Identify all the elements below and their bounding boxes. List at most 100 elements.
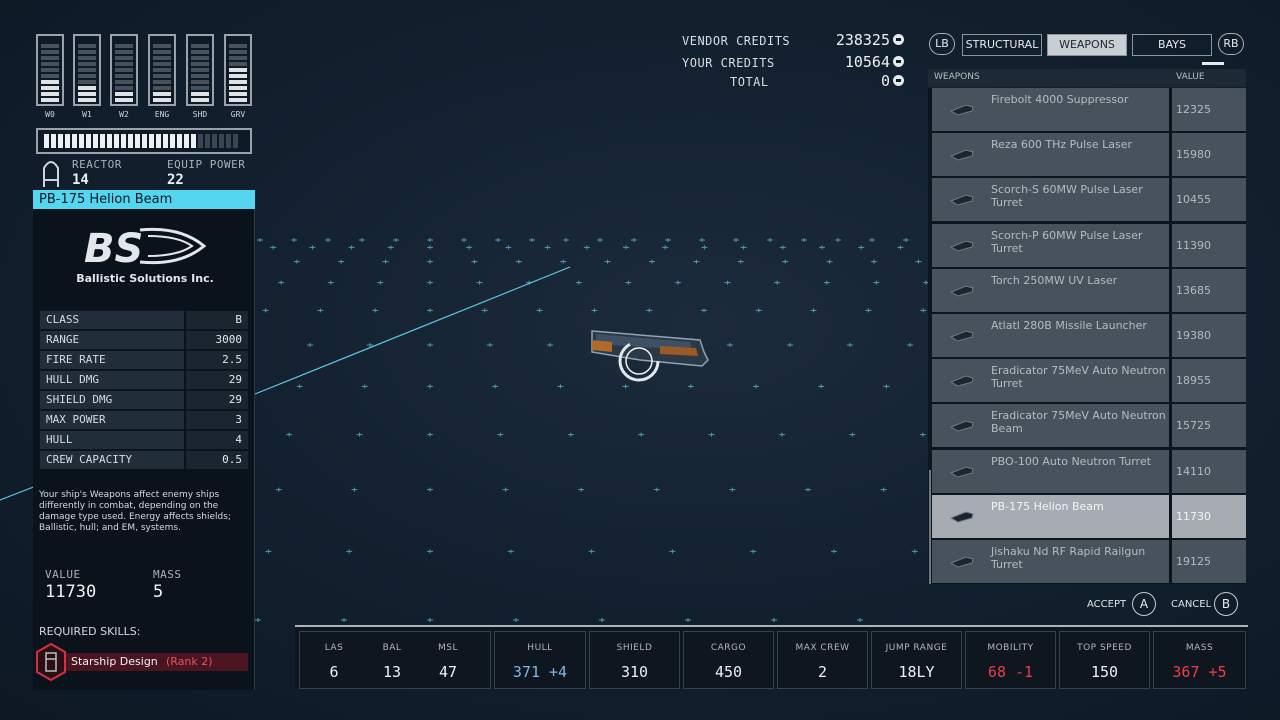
grid-marker (361, 384, 368, 389)
grid-marker (309, 245, 316, 250)
power-bar-grv[interactable]: GRV (224, 34, 252, 124)
power-bar-w1[interactable]: W1 (73, 34, 101, 124)
grid-marker (427, 384, 433, 389)
power-segment (115, 56, 133, 60)
power-bar-frame (110, 34, 138, 106)
weapon-list-item[interactable]: PB-175 Helion Beam 11730 (932, 494, 1246, 538)
grid-marker (805, 487, 811, 492)
jump-range-label: JUMP RANGE (885, 643, 948, 653)
stat-row: SHIELD DMG 29 (40, 391, 248, 409)
cancel-button[interactable]: B (1214, 592, 1238, 616)
grid-marker (915, 259, 922, 264)
grid-marker (733, 238, 739, 242)
stat-value: 29 (186, 371, 248, 389)
power-bar-eng[interactable]: ENG (148, 34, 176, 124)
grid-marker (466, 245, 473, 250)
reactor-segment (100, 134, 105, 148)
weapon-thumbnail-icon (950, 104, 974, 116)
grid-marker (669, 549, 676, 554)
weapon-list-item[interactable]: Eradicator 75MeV Auto Neutron Beam 15725 (932, 404, 1246, 448)
weapon-list-item[interactable]: Scorch-P 60MW Pulse Laser Turret 11390 (932, 223, 1246, 267)
weapon-thumbnail-icon (950, 556, 974, 568)
weapon-name: PB-175 Helion Beam (991, 499, 1104, 513)
grid-marker (427, 618, 433, 622)
total-label: TOTAL (730, 75, 769, 89)
power-bar-shd[interactable]: SHD (186, 34, 214, 124)
grid-marker (737, 259, 744, 264)
credits-icon (893, 34, 904, 45)
bal-label: BAL (382, 643, 402, 653)
reactor-segment (219, 134, 224, 148)
weapon-list-item[interactable]: Scorch-S 60MW Pulse Laser Turret 10455 (932, 178, 1246, 222)
grid-marker (750, 549, 757, 554)
grid-marker (427, 343, 433, 347)
list-scrollbar[interactable] (929, 470, 931, 584)
grid-marker (920, 308, 927, 313)
weapon-list-item[interactable]: Jishaku Nd RF Rapid Railgun Turret 19125 (932, 540, 1246, 583)
grid-marker (823, 280, 830, 285)
weapon-list-item[interactable]: Atlatl 280B Missile Launcher 19380 (932, 314, 1246, 357)
reactor-segment (170, 134, 175, 148)
stat-key: CREW CAPACITY (40, 451, 184, 469)
weapon-value: 18955 (1172, 359, 1246, 403)
grid-marker (880, 487, 887, 492)
weapon-name-cell: Reza 600 THz Pulse Laser (932, 133, 1169, 177)
brand-logo-text: BS (84, 226, 143, 272)
cargo-value: 450 (714, 663, 743, 681)
weapon-name-cell: Jishaku Nd RF Rapid Railgun Turret (932, 540, 1169, 583)
item-mass: 5 (153, 582, 164, 602)
grid-marker (427, 549, 433, 554)
power-segment (191, 44, 209, 48)
stat-key: HULL (40, 431, 184, 449)
power-segment (41, 74, 59, 78)
power-segment (229, 68, 247, 72)
grid-marker (257, 238, 263, 242)
power-segment (153, 68, 171, 72)
grid-marker (774, 280, 781, 285)
grid-marker (623, 245, 629, 250)
tab-structural[interactable]: STRUCTURAL (962, 34, 1042, 56)
tab-next-bumper[interactable]: RB (1218, 33, 1244, 55)
power-segment (78, 92, 96, 96)
weapon-name: Eradicator 75MeV Auto Neutron Beam (991, 409, 1166, 436)
weapon-list-item[interactable]: Firebolt 4000 Suppressor 12325 (932, 88, 1246, 131)
power-bar-label: W2 (119, 110, 129, 119)
grid-marker (427, 487, 433, 492)
reactor-segment (51, 134, 56, 148)
stat-value: 4 (186, 431, 248, 449)
power-bar-w0[interactable]: W0 (36, 34, 64, 124)
power-bar-label: SHD (192, 110, 208, 119)
stat-value: 0.5 (186, 451, 248, 469)
accept-button[interactable]: A (1132, 592, 1156, 616)
weapon-list-item[interactable]: PBO-100 Auto Neutron Turret 14110 (932, 449, 1246, 493)
mass-stat-value: 367 (1172, 663, 1200, 681)
power-segment (153, 56, 171, 60)
max-crew-label: MAX CREW (795, 643, 850, 653)
tab-prev-bumper[interactable]: LB (929, 33, 955, 55)
build-grid (255, 238, 929, 622)
grid-marker (583, 245, 590, 250)
stat-value: 2.5 (186, 351, 248, 369)
power-bar-frame (224, 34, 252, 106)
grid-marker (818, 384, 825, 389)
weapon-list-item[interactable]: Eradicator 75MeV Auto Neutron Turret 1895… (932, 359, 1246, 403)
reactor-segment (72, 134, 77, 148)
power-bar-w2[interactable]: W2 (110, 34, 138, 124)
grid-marker (262, 308, 269, 313)
power-bar-frame (36, 34, 64, 106)
power-segment (191, 56, 209, 60)
grid-marker (701, 308, 707, 313)
max-crew-value: 2 (817, 663, 828, 681)
weapon-list-item[interactable]: Torch 250MW UV Laser 13685 (932, 268, 1246, 312)
grid-marker (544, 245, 551, 250)
weapon-value: 11730 (1172, 494, 1246, 538)
weapon-thumbnail-icon (950, 511, 974, 523)
weapon-list-item[interactable]: Reza 600 THz Pulse Laser 15980 (932, 133, 1246, 177)
power-segment (41, 92, 59, 96)
tab-bays[interactable]: BAYS (1132, 34, 1212, 56)
weapon-value: 13685 (1172, 268, 1246, 312)
grid-marker (649, 259, 655, 264)
grid-marker (588, 549, 595, 554)
tab-weapons[interactable]: WEAPONS (1047, 34, 1127, 56)
grid-marker (427, 259, 433, 264)
